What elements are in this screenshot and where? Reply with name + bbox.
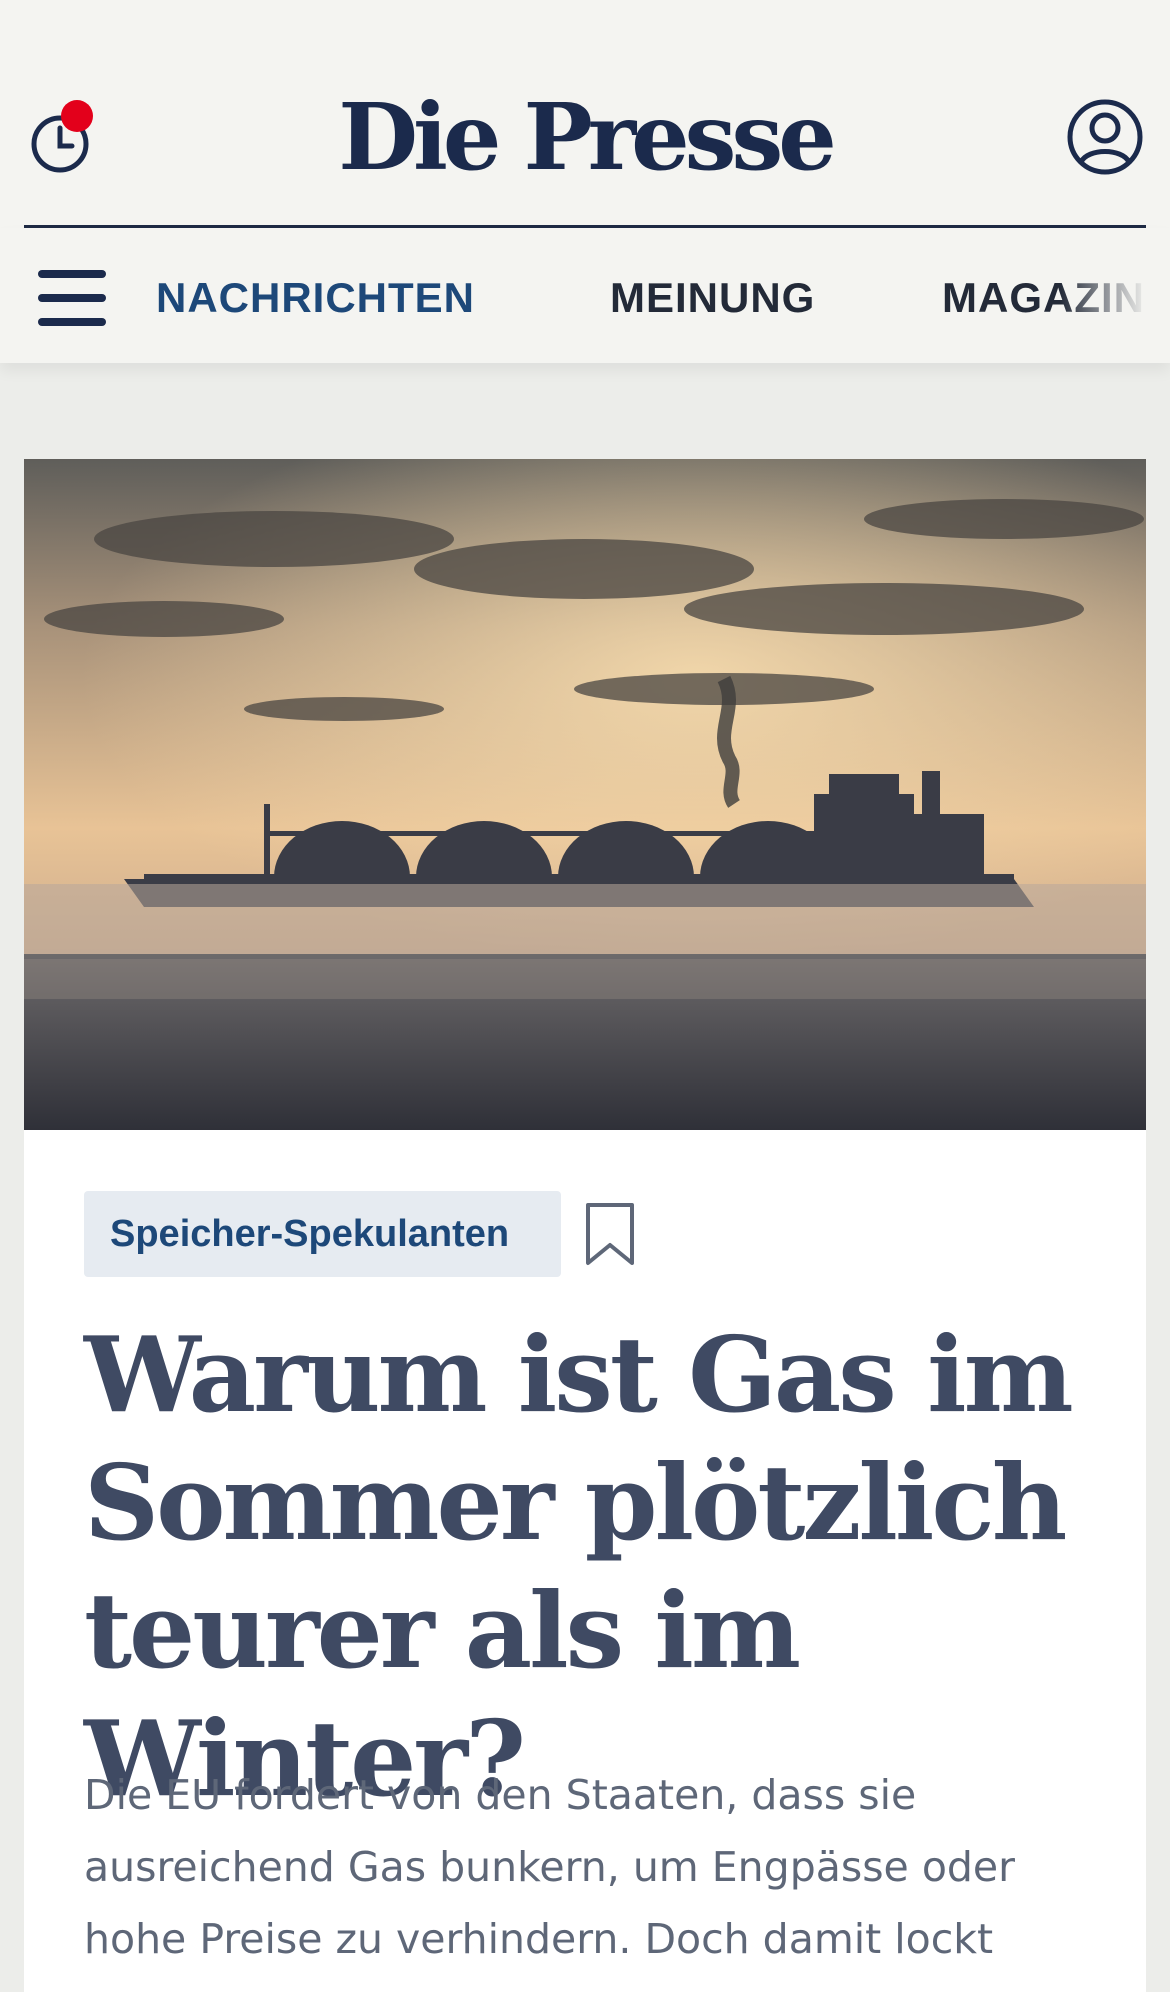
site-logo[interactable]: Die Presse [300,82,870,192]
masthead: Die Presse [0,0,1170,228]
article-lead: Die EU fordert von den Staaten, dass sie… [84,1771,1016,1963]
bookmark-icon [586,1203,634,1265]
notification-dot [61,100,93,132]
article-kicker-tag[interactable]: Speicher-Spekulanten [84,1191,561,1277]
nav-item-meinung[interactable]: MEINUNG [610,268,815,328]
user-circle-icon [1067,99,1143,175]
article-hero-image[interactable] [24,459,1146,1130]
article-headline[interactable]: Warum ist Gas im Sommer plötzlich teurer… [84,1311,1114,1823]
hamburger-icon [38,270,106,278]
bookmark-button[interactable] [584,1201,636,1267]
nav-item-nachrichten[interactable]: NACHRICHTEN [156,268,475,328]
reading-history-button[interactable] [28,96,100,178]
menu-button[interactable] [38,270,106,326]
nav-item-magazin[interactable]: MAGAZIN [942,268,1145,328]
account-button[interactable] [1066,98,1144,176]
section-nav: NACHRICHTEN MEINUNG MAGAZIN [0,228,1170,363]
article-teaser[interactable]: Speicher-Spekulanten Warum ist Gas im So… [24,459,1146,1992]
